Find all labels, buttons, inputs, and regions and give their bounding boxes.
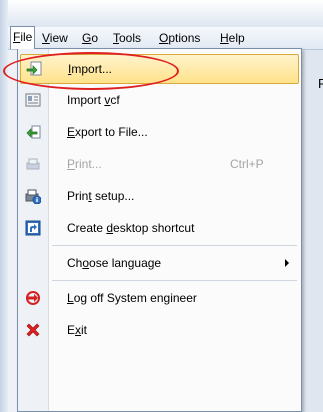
menu-item-desktop-shortcut[interactable]: Create desktop shortcut (20, 214, 297, 242)
menu-go[interactable]: Go (81, 27, 99, 49)
file-menu-dropdown: Import... Import vcf Export to File... P… (17, 48, 302, 412)
menu-file[interactable]: File (10, 26, 36, 49)
logoff-icon (26, 291, 40, 305)
print-setup-icon (25, 189, 41, 204)
menu-item-label: Create desktop shortcut (67, 221, 195, 235)
annotation-ellipse (3, 52, 179, 90)
print-shortcut: Ctrl+P (230, 157, 264, 171)
shortcut-icon (25, 220, 41, 236)
menu-item-label: Print setup... (67, 189, 135, 203)
menu-item-exit[interactable]: Exit (20, 316, 297, 344)
menu-item-label: Log off System engineer (67, 291, 197, 305)
menu-options[interactable]: Options (158, 27, 201, 49)
menu-help[interactable]: Help (219, 27, 246, 49)
menu-separator (52, 280, 297, 281)
menu-separator (52, 245, 297, 246)
menu-view[interactable]: View (41, 27, 69, 49)
menu-item-label: Import vcf (67, 93, 120, 107)
vcard-icon (25, 93, 41, 107)
menu-item-log-off[interactable]: Log off System engineer (20, 284, 297, 312)
window-titlebar (0, 0, 323, 27)
window-frame (0, 0, 8, 412)
background-text: R (318, 76, 323, 91)
menu-item-label: Choose language (67, 256, 162, 270)
export-icon (26, 125, 41, 139)
menu-tools[interactable]: Tools (112, 27, 142, 49)
menu-item-print-setup[interactable]: Print setup... (20, 182, 297, 210)
print-icon (26, 158, 40, 170)
menu-item-label: Exit (67, 323, 88, 337)
background-panel: R (300, 50, 323, 412)
menu-item-label: Print... (67, 157, 102, 171)
menu-item-label: Export to File... (67, 125, 148, 139)
menu-item-choose-language[interactable]: Choose language (20, 249, 297, 277)
menubar: File View Go Tools Options Help (8, 26, 323, 50)
menu-item-import-vcf[interactable]: Import vcf (20, 86, 297, 114)
menu-item-export[interactable]: Export to File... (20, 118, 297, 146)
menu-item-print[interactable]: Print... Ctrl+P (20, 150, 297, 178)
exit-icon (26, 323, 40, 337)
submenu-arrow-icon (285, 259, 289, 267)
